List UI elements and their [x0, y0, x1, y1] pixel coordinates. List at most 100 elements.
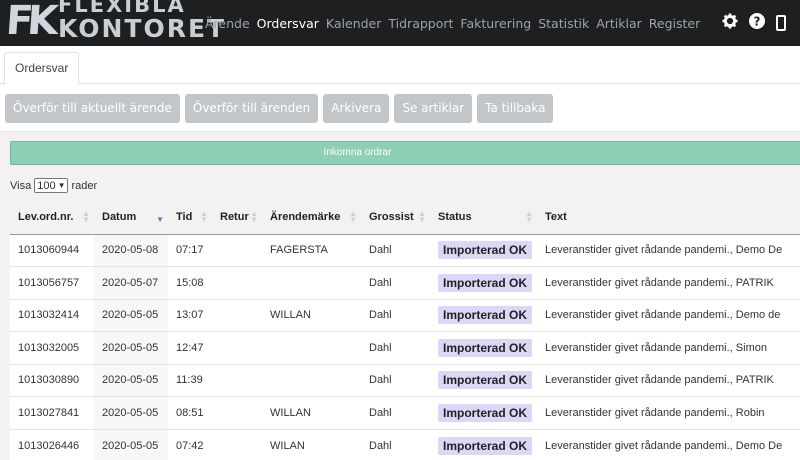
table-header-row: Lev.ord.nr. ▲ ▼ Datum ▼ Tid ▲ ▼ Retur ▲ ▼ Ärend… — [10, 200, 800, 234]
column-header-text[interactable]: Text — [537, 200, 800, 234]
cell-text: Leveranstider givet rådande pandemi., PA… — [537, 266, 800, 299]
cell-retur — [212, 428, 262, 460]
sort-icon: ▲ ▼ — [200, 209, 208, 224]
chevron-down-icon: ▼ — [57, 181, 66, 190]
cell-grossist: Dahl — [361, 363, 430, 397]
cell-tid: 15:08 — [168, 266, 212, 299]
cell-grossist: Dahl — [361, 331, 430, 364]
cell-tid: 13:07 — [168, 298, 212, 332]
sort-icon: ▲ ▼ — [250, 209, 258, 224]
sort-desc-icon: ▼ — [156, 215, 164, 224]
cell-grossist: Dahl — [361, 233, 430, 267]
cell-lev-ord-nr: 1013026446 — [10, 428, 94, 460]
nav-item-statistik[interactable]: Statistik — [538, 16, 589, 31]
cell-retur — [212, 266, 262, 299]
column-header-label: Lev.ord.nr. — [18, 210, 74, 223]
column-header-status[interactable]: Status ▲ ▼ — [430, 200, 537, 234]
cell-lev-ord-nr: 1013027841 — [10, 396, 94, 429]
orders-table: Lev.ord.nr. ▲ ▼ Datum ▼ Tid ▲ ▼ Retur ▲ ▼ Ärend… — [10, 200, 800, 460]
cell-datum: 2020-05-05 — [94, 428, 168, 460]
column-header-tid[interactable]: Tid ▲ ▼ — [168, 200, 212, 234]
table-row[interactable]: 1013030890 2020-05-05 11:39 Dahl Importerad … — [10, 363, 800, 397]
cell-grossist: Dahl — [361, 298, 430, 332]
sort-icon: ▲ ▼ — [525, 209, 533, 224]
status-badge: Importerad OK — [438, 371, 533, 390]
cell-lev-ord-nr: 1013056757 — [10, 266, 94, 299]
table-row[interactable]: 1013032414 2020-05-05 13:07 WILLAN Dahl Impor… — [10, 298, 800, 332]
logo-mark: FK — [4, 0, 54, 44]
column-header-label: Tid — [176, 210, 193, 223]
table-row[interactable]: 1013027841 2020-05-05 08:51 WILLAN Dahl Impor… — [10, 396, 800, 429]
nav-item-register[interactable]: Register — [649, 16, 700, 31]
transfer-to-cases-button[interactable]: Överför till ärenden — [184, 94, 319, 123]
cell-arendemarke: FAGERSTA — [262, 233, 361, 267]
cell-text: Leveranstider givet rådande pandemi., Ro… — [537, 396, 800, 429]
cell-arendemarke: WILLAN — [262, 298, 361, 332]
column-header-label: Retur — [220, 210, 249, 223]
cell-status: Importerad OK — [430, 298, 537, 332]
action-toolbar: Överför till aktuellt ärende Överför til… — [5, 94, 558, 123]
nav-item-artiklar[interactable]: Artiklar — [596, 16, 642, 31]
table-row[interactable]: 1013060944 2020-05-08 07:17 FAGERSTA Dahl Imp… — [10, 233, 800, 267]
column-header-label: Ärendemärke — [270, 210, 341, 223]
column-header-datum[interactable]: Datum ▼ — [94, 200, 168, 234]
cell-datum: 2020-05-05 — [94, 331, 168, 364]
cell-lev-ord-nr: 1013060944 — [10, 233, 94, 267]
table-row[interactable]: 1013032005 2020-05-05 12:47 Dahl Importerad … — [10, 331, 800, 364]
nav-item-tidrapport[interactable]: Tidrapport — [388, 16, 453, 31]
nav-item-arende[interactable]: Ärende — [205, 16, 250, 31]
transfer-to-current-case-button[interactable]: Överför till aktuellt ärende — [5, 94, 180, 123]
status-badge: Importerad OK — [438, 436, 533, 455]
nav-item-kalender[interactable]: Kalender — [326, 16, 382, 31]
logo-line-2: KONTORET — [58, 14, 227, 43]
cell-tid: 07:42 — [168, 428, 212, 460]
cell-grossist: Dahl — [361, 266, 430, 299]
cell-tid: 07:17 — [168, 233, 212, 267]
table-row[interactable]: 1013026446 2020-05-05 07:42 WILAN Dahl Import… — [10, 428, 800, 460]
column-header-label: Grossist — [369, 210, 414, 223]
rows-per-page-select[interactable]: 100 ▼ — [34, 178, 69, 193]
status-badge: Importerad OK — [438, 241, 533, 260]
table-row[interactable]: 1013056757 2020-05-07 15:08 Dahl Importerad … — [10, 266, 800, 299]
take-back-button[interactable]: Ta tillbaka — [477, 94, 554, 123]
column-header-levordnr[interactable]: Lev.ord.nr. ▲ ▼ — [10, 200, 94, 234]
cell-tid: 11:39 — [168, 363, 212, 397]
nav-item-fakturering[interactable]: Fakturering — [460, 16, 531, 31]
status-badge: Importerad OK — [438, 403, 533, 422]
rows-per-page-value: 100 — [37, 179, 56, 192]
cell-lev-ord-nr: 1013032414 — [10, 298, 94, 332]
tab-bar: Ordersvar — [0, 46, 800, 85]
cell-retur — [212, 298, 262, 332]
nav-item-ordersvar[interactable]: Ordersvar — [257, 16, 319, 31]
column-header-arendemarke[interactable]: Ärendemärke ▲ ▼ — [262, 200, 361, 234]
column-header-label: Text — [545, 210, 567, 223]
cell-arendemarke — [262, 266, 361, 299]
cell-lev-ord-nr: 1013032005 — [10, 331, 94, 364]
cell-text: Leveranstider givet rådande pandemi., De… — [537, 233, 800, 267]
mobile-icon[interactable] — [776, 15, 786, 31]
see-articles-button[interactable]: Se artiklar — [394, 94, 473, 123]
length-menu: Visa 100 ▼ rader — [10, 178, 97, 193]
cell-status: Importerad OK — [430, 266, 537, 299]
incoming-orders-banner: Inkomna ordrar — [10, 141, 800, 165]
cell-arendemarke — [262, 331, 361, 364]
column-header-label: Status — [438, 210, 472, 223]
tab-ordersvar[interactable]: Ordersvar — [4, 52, 80, 85]
column-header-retur[interactable]: Retur ▲ ▼ — [212, 200, 262, 234]
help-icon[interactable]: ? — [749, 12, 765, 34]
cell-datum: 2020-05-08 — [94, 233, 168, 267]
status-badge: Importerad OK — [438, 306, 533, 325]
cell-grossist: Dahl — [361, 396, 430, 429]
gear-icon[interactable] — [722, 13, 738, 34]
cell-status: Importerad OK — [430, 396, 537, 429]
column-header-label: Datum — [102, 210, 137, 223]
cell-retur — [212, 363, 262, 397]
cell-datum: 2020-05-05 — [94, 363, 168, 397]
cell-text: Leveranstider givet rådande pandemi., Si… — [537, 331, 800, 364]
cell-text: Leveranstider givet rådande pandemi., De… — [537, 428, 800, 460]
app-logo[interactable]: FK FLEXIBLA KONTORET — [0, 0, 224, 46]
archive-button[interactable]: Arkivera — [323, 94, 390, 123]
column-header-grossist[interactable]: Grossist ▲ ▼ — [361, 200, 430, 234]
svg-text:?: ? — [754, 14, 761, 28]
cell-datum: 2020-05-05 — [94, 298, 168, 332]
